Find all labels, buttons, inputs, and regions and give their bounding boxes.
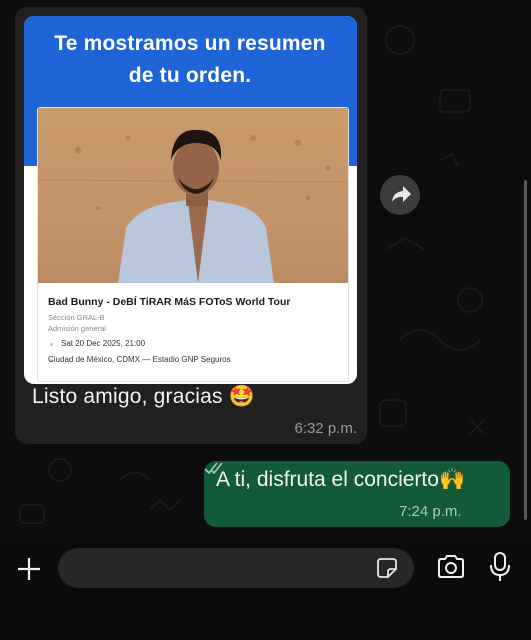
headline-line-2: de tu orden.: [128, 64, 252, 87]
message-input[interactable]: [74, 548, 368, 590]
date-bullet: [50, 343, 53, 346]
message-input-field[interactable]: [58, 548, 414, 590]
incoming-timestamp: 6:32 p.m.: [294, 420, 357, 437]
ticket-section: Sección GRAL-B: [48, 313, 105, 322]
plus-icon[interactable]: [16, 556, 42, 582]
artist-photo: [38, 108, 348, 283]
sticker-icon[interactable]: [376, 557, 398, 579]
outgoing-text: A ti, disfruta el concierto: [216, 468, 439, 491]
chat-scrollbar[interactable]: [524, 180, 527, 520]
forward-button[interactable]: [380, 175, 420, 215]
incoming-text: Listo amigo, gracias: [32, 385, 223, 408]
ticket-preview[interactable]: Bad Bunny - DeBÍ TiRAR MáS FOToS World T…: [37, 107, 349, 382]
message-composer-bar: [0, 540, 531, 640]
microphone-icon[interactable]: [488, 551, 512, 583]
incoming-message-text: Listo amigo, gracias 🤩: [32, 385, 255, 409]
star-struck-emoji: 🤩: [228, 385, 256, 408]
camera-icon[interactable]: [436, 554, 466, 580]
outgoing-message-text: A ti, disfruta el concierto🙌: [216, 468, 465, 492]
event-venue: Ciudad de México, CDMX — Estadio GNP Seg…: [48, 355, 231, 364]
order-summary-card[interactable]: Te mostramos un resumen de tu orden. Bad…: [24, 16, 357, 384]
outgoing-message-bubble[interactable]: A ti, disfruta el concierto🙌 7:24 p.m.: [204, 461, 510, 527]
forward-icon: [392, 186, 411, 202]
outgoing-timestamp: 7:24 p.m.: [399, 503, 462, 520]
order-card-headline: Te mostramos un resumen de tu orden.: [40, 28, 340, 92]
ticket-admission: Admisión general: [48, 324, 106, 333]
chat-background: Te mostramos un resumen de tu orden. Bad…: [0, 0, 531, 540]
event-title: Bad Bunny - DeBÍ TiRAR MáS FOToS World T…: [48, 296, 291, 308]
raising-hands-emoji: 🙌: [438, 468, 466, 491]
event-date: Sat 20 Dec 2025, 21:00: [61, 339, 146, 348]
headline-line-1: Te mostramos un resumen: [54, 32, 326, 55]
read-receipt-icon: [204, 462, 223, 475]
incoming-message-bubble[interactable]: Te mostramos un resumen de tu orden. Bad…: [15, 7, 367, 444]
